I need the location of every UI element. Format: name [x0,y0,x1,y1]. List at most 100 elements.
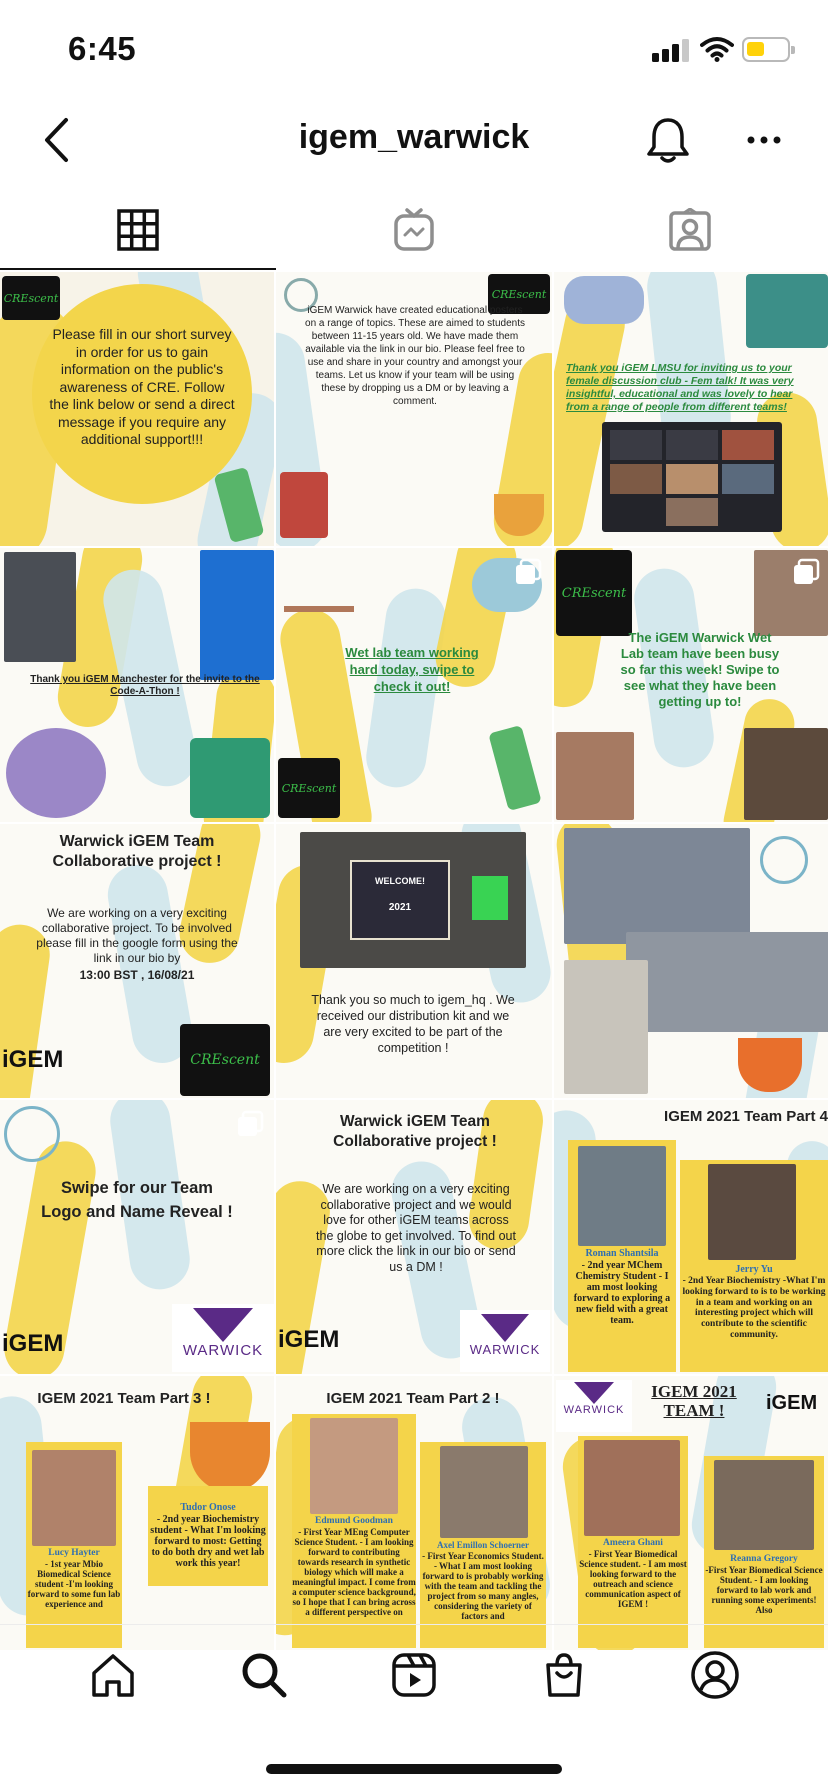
member-name: Lucy Hayter [48,1548,100,1558]
post-deadline: 13:00 BST , 16/08/21 [79,968,195,982]
post-title: Warwick iGEM Team Collaborative project … [52,833,222,870]
nav-shop[interactable] [529,1640,599,1710]
photo-screenshot [4,552,76,662]
battery-icon [742,37,795,62]
post-thumbnail[interactable]: WARWICK IGEM 2021 TEAM ! iGEM Ameera Gha… [554,1376,828,1650]
crescent-badge: CREscent [180,1024,270,1096]
post-thumbnail[interactable]: Warwick iGEM Team Collaborative project … [0,824,274,1098]
cellular-signal-icon [652,38,690,62]
member-bio: - 1st year Mbio Biomedical Science stude… [27,1559,121,1609]
post-thumbnail[interactable]: Thank you iGEM Manchester for the invite… [0,548,274,822]
post-thumbnail[interactable]: IGEM 2021 Team Part 2 ! Edmund Goodman -… [276,1376,552,1650]
member-name: Jerry Yu [735,1264,773,1275]
member-photo [708,1164,796,1260]
member-name: Roman Shantsila [585,1248,659,1259]
member-name: Edmund Goodman [315,1516,393,1526]
post-thumbnail[interactable]: Wet lab team working hard today, swipe t… [276,548,552,822]
post-title: IGEM 2021 TEAM ! [651,1382,737,1420]
status-time: 6:45 [68,30,137,67]
post-title: IGEM 2021 Team Part 4 [664,1108,828,1125]
member-photo [578,1146,666,1246]
post-thumbnail[interactable] [554,824,828,1098]
multiple-posts-icon [794,558,820,584]
test-tubes-icon [284,548,354,612]
post-thumbnail[interactable]: IGEM 2021 Team Part 3 ! Lucy Hayter - 1s… [0,1376,274,1650]
search-icon [242,1653,287,1697]
tab-grid[interactable] [0,190,276,270]
multiple-posts-icon [238,1110,264,1136]
crescent-badge: CREscent [2,276,60,320]
flask-icon [738,1038,802,1092]
member-photo [584,1440,680,1536]
more-icon [747,136,781,144]
illustration-people [564,276,644,324]
member-photo [556,732,634,820]
post-title: IGEM 2021 Team Part 3 ! [37,1390,211,1407]
bell-icon [647,118,689,163]
igem-logo: iGEM [2,1330,64,1357]
status-bar: 6:45 [0,0,828,90]
tab-igtv[interactable] [276,190,552,270]
igtv-icon [394,208,434,251]
reels-icon [392,1652,436,1697]
member-name: Reanna Gregory [730,1554,798,1564]
flask-icon [190,1422,270,1492]
member-bio: -First Year Biomedical Science Student. … [705,1565,823,1615]
post-thumbnail[interactable]: CREscent iGEM Warwick have created educa… [276,272,552,546]
member-bio: - 2nd year Biochemistry student - What I… [150,1514,266,1569]
manchester-logo [6,728,106,818]
member-photo [440,1446,528,1538]
member-photo [310,1418,398,1514]
post-caption: Please fill in our short survey in order… [49,326,235,447]
post-caption: Swipe for our Team Logo and Name Reveal … [41,1179,233,1221]
post-caption: We are working on a very exciting collab… [36,906,238,965]
nav-home[interactable] [78,1640,148,1710]
profile-username: igem_warwick [298,118,530,156]
tagged-icon [669,208,711,251]
wifi-icon [700,37,734,62]
illustration-network [746,274,828,348]
igem-logo: iGEM [278,1326,340,1353]
video-call-screenshot [602,422,782,532]
post-thumbnail[interactable]: IGEM 2021 Team Part 4 Roman Shantsila - … [554,1100,828,1374]
lab-photo [564,828,750,944]
home-indicator[interactable] [266,1764,562,1774]
post-title: IGEM 2021 Team Part 2 ! [326,1390,500,1407]
crescent-badge: CREscent [278,758,340,818]
member-bio: - First Year Economics Student. - What I… [422,1551,544,1621]
tab-tagged[interactable] [552,190,828,270]
member-bio: - 2nd Year Biochemistry -What I'm lookin… [682,1276,826,1340]
post-thumbnail[interactable]: WELCOME! 2021 Thank you so much to igem_… [276,824,552,1098]
post-caption: We are working on a very exciting collab… [316,1182,516,1274]
member-photo [32,1450,116,1546]
sanitizer-photo [564,960,648,1094]
shop-icon [546,1652,583,1697]
more-options-button[interactable] [734,110,794,170]
profile-header: igem_warwick [0,96,828,184]
warwick-logo: WARWICK [460,1310,550,1372]
post-caption: Wet lab team working hard today, swipe t… [345,645,479,694]
nav-reels[interactable] [379,1640,449,1710]
crescent-badge: CREscent [556,550,632,636]
atom-icon [4,1106,60,1162]
books-icon [280,472,328,538]
post-thumbnail[interactable]: Thank you iGEM LMSU for inviting us to y… [554,272,828,546]
nav-search[interactable] [229,1640,299,1710]
member-name: Axel Emillon Schoerner [437,1540,529,1550]
post-thumbnail[interactable]: CREscent The iGEM Warwick Wet Lab team h… [554,548,828,822]
member-photo [744,728,828,820]
post-thumbnail[interactable]: Warwick iGEM Team Collaborative project … [276,1100,552,1374]
profile-icon [691,1650,739,1699]
kit-year: 2021 [388,902,412,913]
profile-tabs [0,190,828,270]
bottom-navigation [0,1624,828,1724]
qr-sticker [472,876,508,920]
grid-icon [117,209,159,251]
notifications-button[interactable] [638,110,698,170]
phone-screenshot [200,550,274,680]
nav-profile[interactable] [680,1640,750,1710]
home-icon [92,1653,134,1697]
post-thumbnail[interactable]: Swipe for our Team Logo and Name Reveal … [0,1100,274,1374]
post-thumbnail[interactable]: CREscent Please fill in our short survey… [0,272,274,546]
post-caption: iGEM Warwick have created educational po… [305,305,525,407]
